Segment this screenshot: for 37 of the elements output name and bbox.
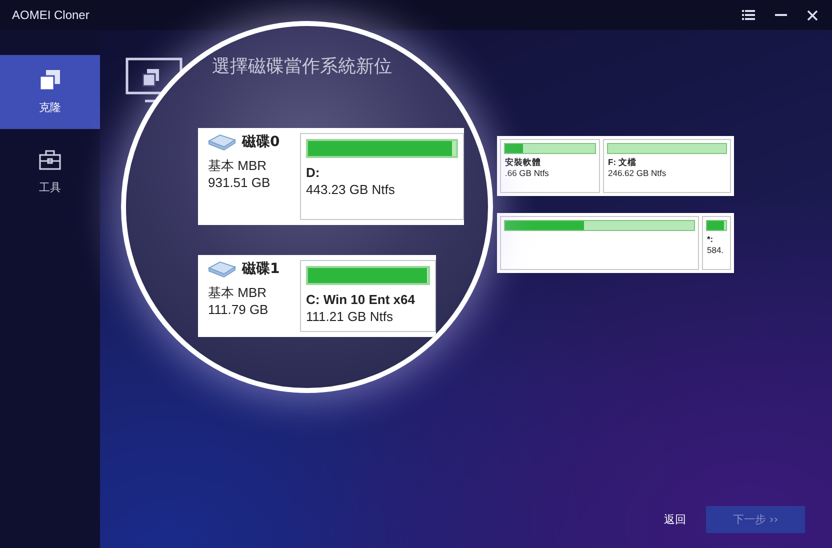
partition-name: D:: [306, 164, 321, 181]
partition-size: 246.62 GB Ntfs: [607, 168, 668, 179]
disk-type: 基本 MBR: [208, 157, 268, 174]
partition-box[interactable]: F: 文檔 246.62 GB Ntfs: [603, 139, 731, 193]
disk-size: 931.51 GB: [208, 174, 272, 191]
copy-icon: [40, 70, 60, 90]
disk-card[interactable]: 安裝軟體 .66 GB Ntfs F: 文檔 246.62 GB Ntfs: [497, 136, 734, 196]
sidebar-item[interactable]: 克隆: [0, 55, 100, 129]
disk-card[interactable]: 磁碟1 基本 MBR 111.79 GB C: Win 10 Ent x64 111.21 GB Ntfs: [198, 255, 436, 337]
minimize-icon[interactable]: [775, 14, 787, 16]
partition-box[interactable]: D: 443.23 GB Ntfs: [300, 133, 464, 220]
window-title: AOMEI Cloner: [12, 8, 90, 22]
partition-size: .66 GB Ntfs: [504, 168, 550, 179]
disk-type: 基本 MBR: [208, 284, 268, 301]
page-heading: 選擇磁碟當作系統新位: [212, 55, 392, 78]
partition-size: 584.: [706, 245, 725, 256]
partition-box[interactable]: [500, 216, 699, 270]
usage-bar: [706, 220, 727, 231]
sidebar-item[interactable]: 工具: [0, 135, 100, 209]
partition-name: C: Win 10 Ent x64: [306, 291, 416, 308]
partition-name: 安裝軟體: [504, 157, 542, 168]
toolbox-icon: [39, 150, 61, 170]
disk-card[interactable]: *: 584.: [497, 213, 734, 273]
disk-size: 111.79 GB: [208, 301, 270, 318]
close-icon[interactable]: [807, 10, 818, 20]
partition-box[interactable]: C: Win 10 Ent x64 111.21 GB Ntfs: [300, 260, 436, 332]
partition-size: 443.23 GB Ntfs: [306, 181, 396, 199]
disk-name: 磁碟1: [242, 260, 280, 278]
partition-name: *:: [706, 234, 714, 245]
disk-card[interactable]: 磁碟0 基本 MBR 931.51 GB D: 443.23 GB Ntfs: [198, 128, 464, 225]
disk-name: 磁碟0: [242, 133, 280, 151]
partition-size: 111.21 GB Ntfs: [306, 308, 394, 326]
partition-box[interactable]: *: 584.: [702, 216, 731, 270]
back-button[interactable]: 返回: [664, 512, 686, 527]
partition-name: F: 文檔: [607, 157, 638, 168]
menu-icon[interactable]: [742, 10, 755, 20]
partition-box[interactable]: 安裝軟體 .66 GB Ntfs: [500, 139, 600, 193]
